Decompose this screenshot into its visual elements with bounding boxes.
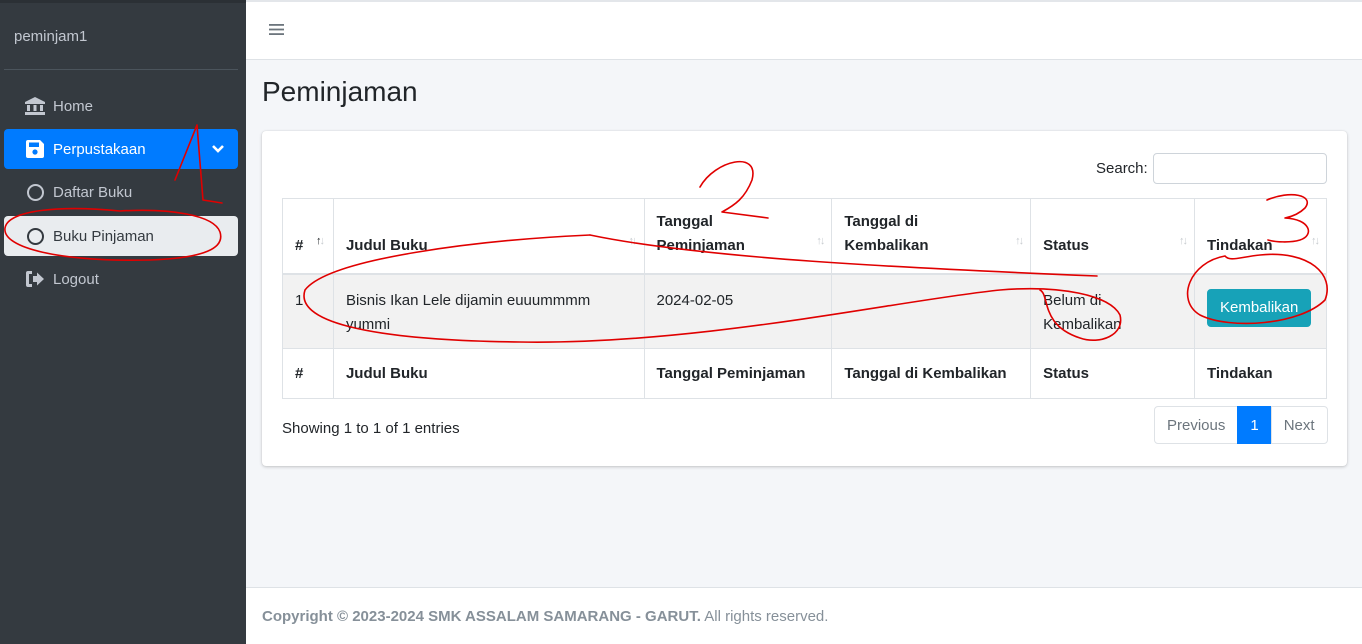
sort-icon: ↑↓	[628, 234, 638, 247]
save-icon	[24, 139, 46, 159]
previous-page-button[interactable]: Previous	[1154, 406, 1239, 444]
page-title: Peminjaman	[262, 76, 418, 107]
circle-icon	[24, 182, 46, 202]
rights-text: All rights reserved.	[700, 608, 829, 625]
loans-table: # ↑↓ Judul Buku ↑↓ Tanggal Peminjaman ↑↓ Tan…	[282, 198, 1328, 399]
sidebar: peminjam1 Home Perpustakaan Daftar Buku …	[0, 0, 246, 644]
cell-tanggal-pinjam: 2024-02-05	[643, 273, 833, 349]
sort-icon: ↑↓	[1311, 234, 1320, 247]
cell-number: 1	[282, 273, 334, 349]
sort-icon: ↑↓	[1015, 234, 1024, 247]
sign-out-icon	[24, 269, 46, 289]
column-header-judul[interactable]: Judul Buku ↑↓	[332, 198, 645, 275]
column-header-tanggal-kembali[interactable]: Tanggal di Kembalikan ↑↓	[831, 198, 1032, 275]
footer-text: Copyright © 2023-2024 SMK ASSALAM SAMARA…	[262, 608, 828, 625]
search-input[interactable]	[1153, 153, 1327, 184]
footer-header-number: #	[282, 348, 334, 399]
pagination: Previous 1 Next	[1154, 406, 1328, 444]
chevron-down-icon[interactable]	[212, 141, 224, 158]
sort-icon: ↑↓	[1178, 234, 1188, 247]
footer-header-tanggal-kembali: Tanggal di Kembalikan	[831, 348, 1032, 399]
sidebar-item-label: Home	[53, 97, 94, 115]
column-header-tindakan[interactable]: Tindakan ↑↓	[1193, 198, 1328, 275]
sidebar-item-label: Logout	[53, 270, 99, 288]
sidebar-item-logout[interactable]: Logout	[4, 259, 238, 299]
table-header-row: # ↑↓ Judul Buku ↑↓ Tanggal Peminjaman ↑↓ Tan…	[282, 198, 1328, 275]
top-navbar	[246, 0, 1362, 60]
cell-judul: Bisnis Ikan Lele dijamin euuummmm yummi	[332, 273, 645, 349]
search-label: Search:	[1096, 160, 1148, 177]
footer-header-judul: Judul Buku	[332, 348, 645, 399]
cell-status: Belum di Kembalikan	[1030, 273, 1195, 349]
column-header-tanggal-pinjam[interactable]: Tanggal Peminjaman ↑↓	[643, 198, 833, 275]
sidebar-divider	[4, 69, 238, 70]
kembalikan-button[interactable]: Kembalikan	[1206, 288, 1312, 327]
table-row: 1 Bisnis Ikan Lele dijamin euuummmm yumm…	[282, 273, 1328, 349]
next-page-button[interactable]: Next	[1270, 406, 1328, 444]
column-header-number[interactable]: # ↑↓	[282, 198, 334, 275]
sidebar-item-label: Perpustakaan	[53, 140, 146, 158]
column-header-status[interactable]: Status ↑↓	[1030, 198, 1195, 275]
sidebar-item-label: Buku Pinjaman	[53, 227, 154, 245]
sort-icon: ↑↓	[816, 234, 825, 247]
circle-icon	[24, 226, 46, 246]
page-footer: Copyright © 2023-2024 SMK ASSALAM SAMARA…	[246, 587, 1362, 644]
page-1-button[interactable]: 1	[1237, 406, 1272, 444]
table-footer-row: # Judul Buku Tanggal Peminjaman Tanggal …	[282, 348, 1328, 399]
sort-asc-icon: ↑↓	[315, 234, 325, 247]
bank-icon	[24, 96, 46, 116]
cell-tanggal-kembali	[831, 273, 1032, 349]
footer-header-tanggal-pinjam: Tanggal Peminjaman	[643, 348, 833, 399]
data-card: Search: # ↑↓ Judul Buku ↑↓ Tanggal Peminjam…	[262, 131, 1347, 466]
sidebar-item-label: Daftar Buku	[53, 183, 133, 201]
copyright-text: Copyright © 2023-2024 SMK ASSALAM SAMARA…	[262, 608, 701, 625]
menu-toggle-icon[interactable]	[269, 23, 284, 40]
sidebar-item-daftar-buku[interactable]: Daftar Buku	[4, 172, 238, 212]
footer-header-tindakan: Tindakan	[1193, 348, 1328, 399]
footer-header-status: Status	[1030, 348, 1195, 399]
cell-tindakan: Kembalikan	[1193, 273, 1328, 349]
sidebar-item-home[interactable]: Home	[4, 86, 238, 126]
table-info: Showing 1 to 1 of 1 entries	[282, 420, 460, 437]
sidebar-item-perpustakaan[interactable]: Perpustakaan	[4, 129, 238, 169]
brand-name[interactable]: peminjam1	[14, 28, 87, 45]
sidebar-item-buku-pinjaman[interactable]: Buku Pinjaman	[4, 216, 238, 256]
